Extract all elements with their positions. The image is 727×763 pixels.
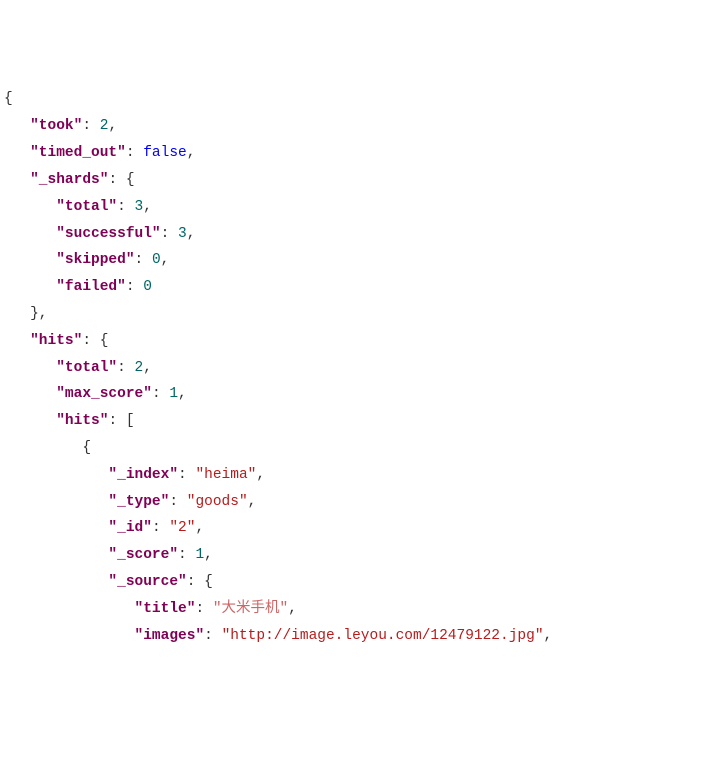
colon: :: [178, 547, 195, 563]
comma: ,: [248, 494, 257, 510]
key-timed-out: "timed_out": [30, 145, 126, 161]
val-timed-out: false: [143, 145, 187, 161]
comma: ,: [143, 360, 152, 376]
brace-open: {: [82, 440, 91, 456]
colon: :: [204, 628, 221, 644]
colon: :: [126, 145, 143, 161]
key-shards: "_shards": [30, 172, 108, 188]
comma: ,: [108, 118, 117, 134]
key-title: "title": [135, 601, 196, 617]
key-hits: "hits": [30, 333, 82, 349]
val-type: "goods": [187, 494, 248, 510]
brace-open: {: [4, 91, 13, 107]
comma: ,: [161, 252, 170, 268]
comma: ,: [178, 386, 187, 402]
comma: ,: [187, 226, 196, 242]
colon: :: [161, 226, 178, 242]
val-score: 1: [195, 547, 204, 563]
comma: ,: [195, 520, 204, 536]
brace-open: {: [204, 574, 213, 590]
key-images: "images": [135, 628, 205, 644]
val-total: 3: [135, 199, 144, 215]
colon: :: [195, 601, 212, 617]
key-failed: "failed": [56, 279, 126, 295]
key-hits-array: "hits": [56, 413, 108, 429]
comma: ,: [143, 199, 152, 215]
comma: ,: [256, 467, 265, 483]
bracket-open: [: [126, 413, 135, 429]
val-skipped: 0: [152, 252, 161, 268]
colon: :: [152, 520, 169, 536]
colon: :: [108, 172, 125, 188]
colon: :: [152, 386, 169, 402]
colon: :: [117, 360, 134, 376]
colon: :: [126, 279, 143, 295]
comma: ,: [288, 601, 297, 617]
val-images: "http://image.leyou.com/12479122.jpg": [222, 628, 544, 644]
key-hits-total: "total": [56, 360, 117, 376]
key-type: "_type": [108, 494, 169, 510]
comma: ,: [204, 547, 213, 563]
colon: :: [108, 413, 125, 429]
key-id: "_id": [108, 520, 152, 536]
colon: :: [117, 199, 134, 215]
brace-open: {: [100, 333, 109, 349]
key-source: "_source": [108, 574, 186, 590]
json-response-code: { "took": 2, "timed_out": false, "_shard…: [4, 86, 723, 649]
colon: :: [82, 118, 99, 134]
colon: :: [178, 467, 195, 483]
key-total: "total": [56, 199, 117, 215]
key-took: "took": [30, 118, 82, 134]
colon: :: [82, 333, 99, 349]
key-successful: "successful": [56, 226, 160, 242]
key-skipped: "skipped": [56, 252, 134, 268]
key-max-score: "max_score": [56, 386, 152, 402]
colon: :: [169, 494, 186, 510]
comma: ,: [544, 628, 553, 644]
val-max-score: 1: [169, 386, 178, 402]
comma: ,: [187, 145, 196, 161]
brace-open: {: [126, 172, 135, 188]
brace-close: },: [30, 306, 47, 322]
key-score: "_score": [108, 547, 178, 563]
val-index: "heima": [195, 467, 256, 483]
val-hits-total: 2: [135, 360, 144, 376]
colon: :: [187, 574, 204, 590]
colon: :: [135, 252, 152, 268]
key-index: "_index": [108, 467, 178, 483]
val-failed: 0: [143, 279, 152, 295]
val-title: "大米手机": [213, 601, 288, 617]
val-id: "2": [169, 520, 195, 536]
val-successful: 3: [178, 226, 187, 242]
